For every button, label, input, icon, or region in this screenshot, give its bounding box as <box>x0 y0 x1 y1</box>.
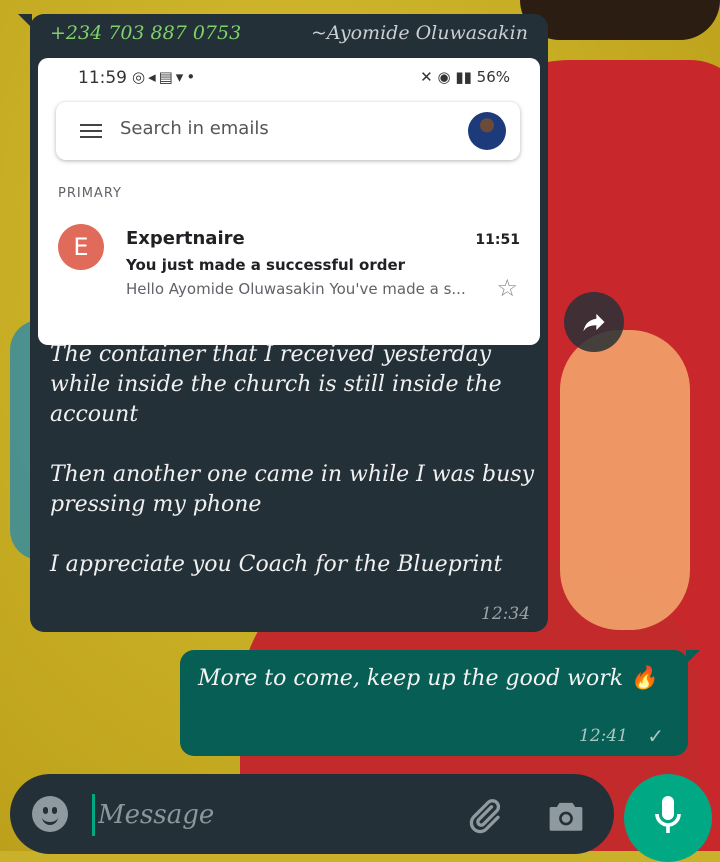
voice-record-button[interactable] <box>624 774 712 862</box>
message-text: The container that I received yesterday … <box>50 340 540 610</box>
incoming-message-bubble[interactable]: +234 703 887 0753 ~Ayomide Oluwasakin 11… <box>18 14 548 632</box>
attach-icon[interactable] <box>464 796 504 836</box>
attached-screenshot-image[interactable]: 11:59 ◎◂▤▾• ✕ ◉ ▮▮ 56% Search in emails … <box>38 58 540 345</box>
status-time: 11:59 <box>78 68 127 88</box>
message-paragraph: I appreciate you Coach for the Blueprint <box>50 552 503 577</box>
email-sender: Expertnaire <box>126 228 245 249</box>
message-time: 12:41 <box>579 726 628 746</box>
forward-button[interactable] <box>564 292 624 352</box>
wallpaper-figure <box>520 0 720 40</box>
battery-level: 56% <box>476 68 510 86</box>
sender-avatar: E <box>58 224 104 270</box>
account-avatar <box>468 112 506 150</box>
text-cursor <box>92 794 95 836</box>
camera-icon[interactable] <box>546 798 586 834</box>
message-input[interactable] <box>96 792 430 838</box>
hamburger-menu-icon <box>80 124 102 138</box>
status-bar: 11:59 ◎◂▤▾• ✕ ◉ ▮▮ 56% <box>78 68 510 94</box>
email-subject: You just made a successful order <box>126 256 406 274</box>
emoji-mouth <box>42 814 58 825</box>
message-paragraph: Then another one came in while I was bus… <box>50 462 534 517</box>
email-time: 11:51 <box>475 232 520 248</box>
email-search-bar: Search in emails <box>56 102 520 160</box>
sent-check-icon: ✓ <box>647 724 664 748</box>
message-time: 12:34 <box>481 604 530 624</box>
wallpaper-figure <box>560 330 690 630</box>
notification-icons: ◎◂▤▾• <box>132 68 199 86</box>
search-placeholder: Search in emails <box>120 118 269 139</box>
emoji-icon[interactable] <box>32 796 68 832</box>
message-composer <box>10 774 614 854</box>
microphone-icon <box>655 796 681 833</box>
battery-indicator: ✕ ◉ ▮▮ 56% <box>420 68 510 86</box>
star-icon: ☆ <box>496 274 518 302</box>
bubble-tail <box>18 14 32 28</box>
message-paragraph: The container that I received yesterday … <box>50 342 502 427</box>
sender-phone[interactable]: +234 703 887 0753 <box>50 22 241 44</box>
forward-icon <box>583 313 605 332</box>
message-text: More to come, keep up the good work 🔥 <box>198 666 658 691</box>
email-preview: Hello Ayomide Oluwasakin You've made a s… <box>126 280 466 298</box>
sender-name: ~Ayomide Oluwasakin <box>311 22 528 44</box>
outgoing-message-bubble[interactable]: More to come, keep up the good work 🔥 12… <box>180 650 700 756</box>
sender-header: +234 703 887 0753 ~Ayomide Oluwasakin <box>50 22 528 52</box>
bubble-tail <box>686 650 700 664</box>
inbox-section-label: PRIMARY <box>58 186 122 201</box>
